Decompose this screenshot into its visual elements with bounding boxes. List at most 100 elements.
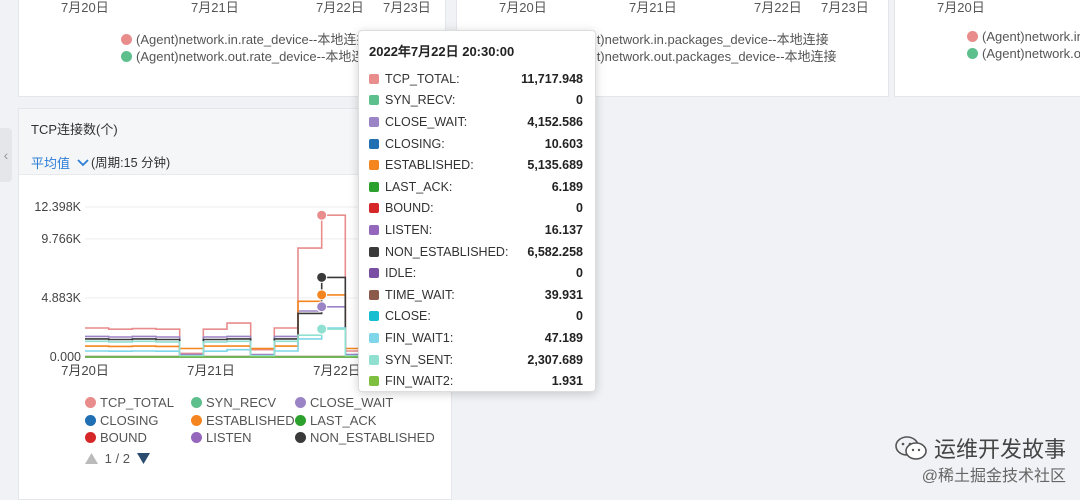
legend-item[interactable]: (Agent)network.out bbox=[967, 46, 1080, 61]
chevron-down-icon bbox=[77, 159, 89, 167]
tooltip-series-value: 0 bbox=[576, 201, 583, 216]
tooltip-swatch bbox=[369, 203, 379, 214]
tooltip-series-value: 1.931 bbox=[551, 374, 583, 389]
tooltip-row: TCP_TOTAL: 11,717.948 bbox=[369, 68, 583, 90]
tooltip-swatch bbox=[369, 354, 379, 365]
hover-marker bbox=[316, 209, 328, 221]
tooltip-series-name: ESTABLISHED: bbox=[385, 158, 474, 173]
tooltip-swatch bbox=[369, 376, 379, 387]
x-tick: 7月20日 bbox=[61, 0, 109, 15]
page-up-icon[interactable] bbox=[85, 453, 98, 464]
tooltip-row: NON_ESTABLISHED: 6,582.258 bbox=[369, 241, 583, 263]
tooltip-row: LAST_ACK: 6.189 bbox=[369, 176, 583, 198]
tooltip-series-value: 6.189 bbox=[551, 179, 583, 194]
legend-dot bbox=[967, 48, 978, 59]
y-tick-label: 4.883K bbox=[41, 291, 81, 305]
tooltip-series-value: 16.137 bbox=[544, 222, 583, 237]
x-tick: 7月20日 bbox=[499, 0, 547, 15]
hover-marker bbox=[316, 301, 328, 313]
legend-item[interactable]: SYN_RECV bbox=[191, 395, 276, 410]
aggregation-value: 平均值 bbox=[31, 156, 71, 171]
legend-pager: 1 / 2 bbox=[85, 451, 150, 466]
legend-dot bbox=[85, 414, 96, 426]
tooltip-series-name: FIN_WAIT2: bbox=[385, 374, 454, 389]
legend-label: CLOSE_WAIT bbox=[310, 395, 394, 410]
panel-title: TCP连接数(个) bbox=[31, 122, 118, 137]
tooltip-series-name: IDLE: bbox=[385, 266, 417, 281]
watermark-line2: @稀土掘金技术社区 bbox=[921, 468, 1066, 485]
tooltip-swatch bbox=[369, 268, 379, 279]
legend-dot bbox=[295, 414, 306, 426]
legend-label: (Agent)network.in.rate_device--本地连接 bbox=[136, 32, 370, 47]
tooltip-row: BOUND: 0 bbox=[369, 198, 583, 220]
legend-item[interactable]: LISTEN bbox=[191, 430, 252, 445]
tooltip-swatch bbox=[369, 95, 379, 106]
legend-item[interactable]: BOUND bbox=[85, 430, 147, 445]
legend-dot bbox=[191, 432, 202, 443]
tooltip-row: SYN_SENT: 2,307.689 bbox=[369, 349, 583, 371]
tooltip-series-value: 0 bbox=[576, 309, 583, 324]
legend-item[interactable]: NON_ESTABLISHED bbox=[295, 430, 435, 445]
period-label: (周期:15 分钟) bbox=[91, 156, 171, 170]
legend-label: TCP_TOTAL bbox=[100, 395, 174, 410]
chevron-left-icon: ‹ bbox=[3, 147, 9, 163]
legend-label: (Agent)network.out.rate_device--本地连接 bbox=[136, 49, 378, 64]
tooltip-series-name: LISTEN: bbox=[385, 222, 433, 237]
legend-dot bbox=[295, 397, 306, 408]
chart-tooltip: 2022年7月22日 20:30:00 TCP_TOTAL: 11,717.948… bbox=[358, 30, 596, 392]
y-tick-label: 0.000 bbox=[50, 350, 81, 364]
tooltip-row: ESTABLISHED: 5,135.689 bbox=[369, 154, 583, 176]
legend-dot bbox=[191, 397, 202, 408]
legend-item[interactable]: (Agent)network.in bbox=[967, 29, 1080, 44]
tooltip-series-value: 10.603 bbox=[544, 136, 583, 151]
page-down-icon[interactable] bbox=[136, 453, 150, 464]
legend-label: LISTEN bbox=[206, 430, 252, 445]
x-tick: 7月21日 bbox=[191, 0, 239, 15]
tooltip-rows: TCP_TOTAL: 11,717.948 SYN_RECV: 0 CLOSE_WAIT… bbox=[369, 68, 583, 392]
legend-item[interactable]: CLOSING bbox=[85, 413, 159, 428]
tooltip-swatch bbox=[369, 311, 379, 322]
hover-marker bbox=[316, 271, 328, 283]
tooltip-swatch bbox=[369, 224, 379, 235]
legend-item[interactable]: LAST_ACK bbox=[295, 413, 376, 428]
x-tick: 7月23日 bbox=[383, 0, 431, 15]
tooltip-series-name: SYN_SENT: bbox=[385, 352, 454, 367]
legend-item[interactable]: TCP_TOTAL bbox=[85, 395, 174, 410]
tooltip-series-name: TCP_TOTAL: bbox=[385, 71, 460, 86]
y-tick-label: 9.766K bbox=[41, 232, 81, 246]
tooltip-series-name: CLOSING: bbox=[385, 136, 445, 151]
legend-dot bbox=[295, 432, 306, 443]
tooltip-series-value: 6,582.258 bbox=[527, 244, 583, 259]
legend-dot bbox=[85, 397, 96, 408]
pager-text: 1 / 2 bbox=[104, 451, 130, 466]
legend-item[interactable]: ESTABLISHED bbox=[191, 413, 295, 428]
x-tick-label: 7月20日 bbox=[61, 363, 109, 378]
tooltip-swatch bbox=[369, 246, 379, 257]
series-line-tcp-total bbox=[85, 214, 370, 355]
tooltip-series-value: 0 bbox=[576, 93, 583, 108]
tooltip-title: 2022年7月22日 20:30:00 bbox=[369, 44, 515, 59]
hover-marker bbox=[316, 289, 328, 301]
legend-item[interactable]: (Agent)network.out.rate_device--本地连接 bbox=[121, 46, 377, 65]
legend-dot bbox=[121, 34, 132, 45]
legend-label: (Agent)network.in bbox=[982, 29, 1080, 44]
tooltip-swatch bbox=[369, 289, 379, 300]
tooltip-row: FIN_WAIT2: 1.931 bbox=[369, 370, 583, 392]
top-right-panel: 7月20日 (Agent)network.in (Agent)network.o… bbox=[894, 0, 1080, 97]
legend-label: (Agent)network.in.packages_device--本地连接 bbox=[562, 32, 829, 47]
hover-marker bbox=[316, 323, 328, 335]
tooltip-row: FIN_WAIT1: 47.189 bbox=[369, 327, 583, 349]
tooltip-series-value: 5,135.689 bbox=[527, 158, 583, 173]
tooltip-series-name: FIN_WAIT1: bbox=[385, 330, 454, 345]
legend-label: (Agent)network.out.packages_device--本地连接 bbox=[562, 49, 837, 64]
tooltip-series-value: 4,152.586 bbox=[527, 114, 583, 129]
legend-item[interactable]: CLOSE_WAIT bbox=[295, 395, 393, 410]
x-tick: 7月21日 bbox=[629, 0, 677, 15]
watermark-line1: 运维开发故事 bbox=[894, 432, 1066, 464]
tooltip-swatch bbox=[369, 160, 379, 171]
collapse-tab[interactable]: ‹ bbox=[0, 128, 12, 182]
series-line-non-established bbox=[85, 276, 370, 357]
tooltip-series-name: TIME_WAIT: bbox=[385, 287, 455, 302]
aggregation-dropdown[interactable]: 平均值 bbox=[31, 153, 89, 172]
watermark-text: 运维开发故事 bbox=[933, 437, 1066, 462]
